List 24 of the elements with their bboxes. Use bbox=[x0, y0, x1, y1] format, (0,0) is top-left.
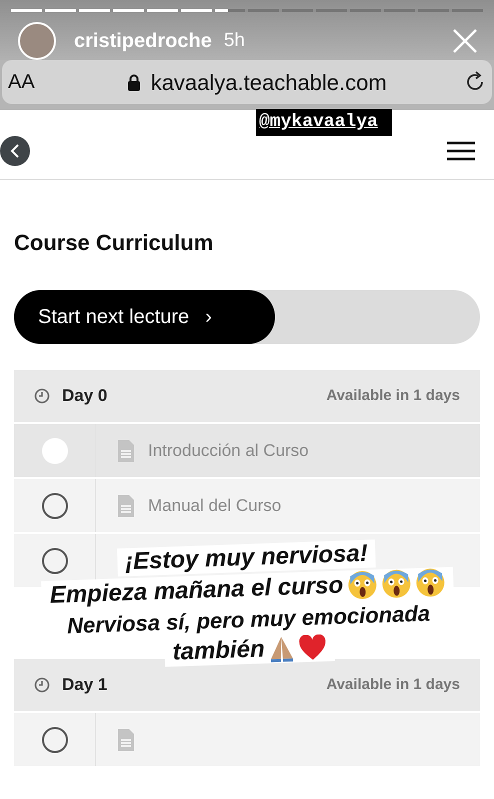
url-text: kavaalya.teachable.com bbox=[150, 68, 387, 97]
chevron-left-icon bbox=[10, 144, 20, 158]
document-icon bbox=[116, 438, 136, 462]
sticker-label: @mykavaalya bbox=[256, 109, 392, 136]
section-title: Day 0 bbox=[62, 385, 108, 408]
document-icon bbox=[116, 494, 136, 518]
availability-text: Available in 1 days bbox=[326, 674, 460, 695]
text-size-button[interactable]: AA bbox=[8, 67, 35, 97]
clock-icon bbox=[34, 677, 50, 693]
lock-icon bbox=[126, 74, 141, 90]
post-time: 5h bbox=[224, 28, 245, 53]
reload-icon[interactable] bbox=[464, 71, 486, 93]
page-title: Course Curriculum bbox=[14, 229, 214, 257]
close-icon[interactable] bbox=[452, 28, 478, 54]
section-title: Day 1 bbox=[62, 674, 108, 696]
document-icon bbox=[116, 728, 136, 752]
back-button[interactable] bbox=[0, 136, 30, 166]
clock-icon bbox=[34, 388, 50, 404]
address-bar[interactable]: AA kavaalya.teachable.com bbox=[2, 60, 492, 104]
menu-icon[interactable] bbox=[447, 140, 475, 160]
heart-icon bbox=[298, 634, 327, 662]
avatar[interactable] bbox=[18, 22, 56, 60]
availability-text: Available in 1 days bbox=[326, 386, 460, 406]
start-next-lecture-button[interactable]: Start next lecture › bbox=[14, 290, 275, 344]
